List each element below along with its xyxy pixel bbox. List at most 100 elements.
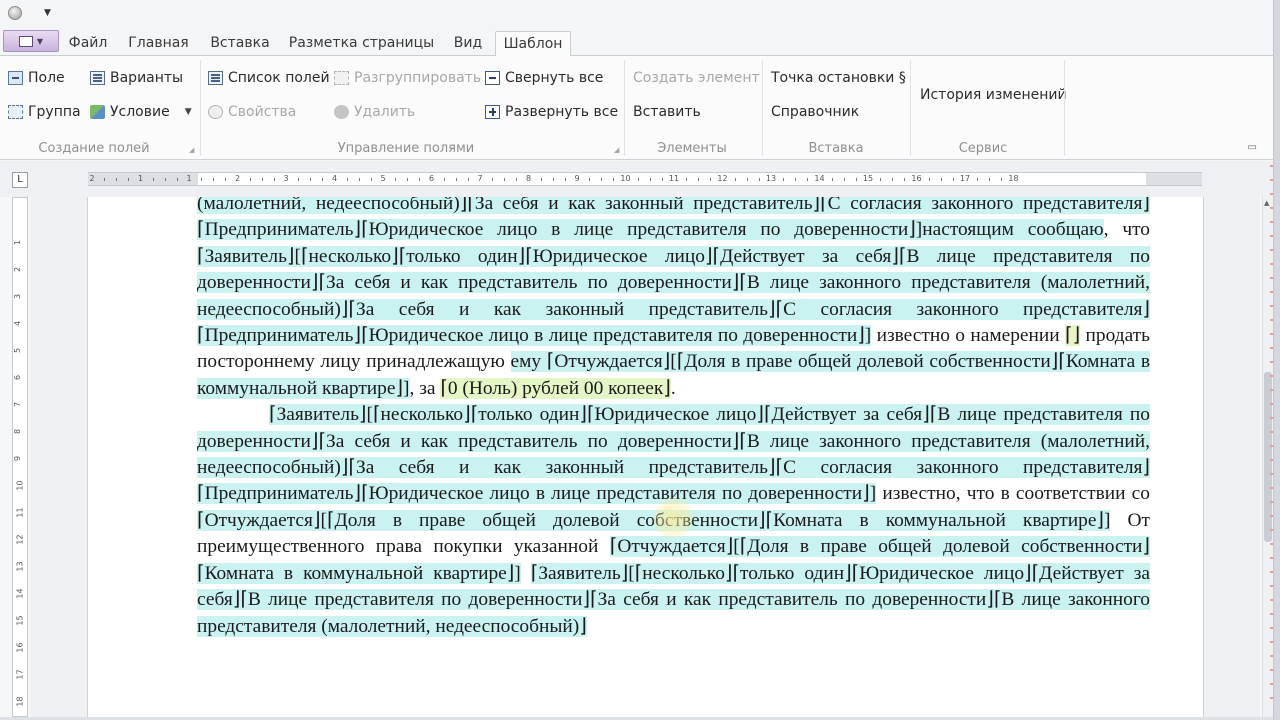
- field-icon: [8, 71, 23, 85]
- dialog-launcher-icon[interactable]: ◢: [189, 146, 194, 154]
- ruler-bar: L 2 1 1 2 3 4 5 6 7 8 9 10 11 12 13 14 15 16 17 18: [0, 161, 1273, 197]
- group-label-elements: Элементы: [657, 141, 727, 156]
- tab-stop-selector[interactable]: L: [12, 172, 28, 188]
- properties-button[interactable]: Свойства: [208, 102, 296, 122]
- document-icon: [18, 35, 33, 47]
- field-button[interactable]: Поле: [8, 68, 65, 88]
- tab-home[interactable]: Главная: [120, 31, 197, 56]
- ruler-tick-mark: [855, 178, 857, 181]
- dialog-launcher-icon[interactable]: ◢: [614, 146, 619, 154]
- scroll-up-icon[interactable]: ▲: [1264, 199, 1269, 207]
- app-orb-icon[interactable]: [8, 6, 22, 20]
- expand-all-button[interactable]: Развернуть все: [485, 102, 618, 122]
- paragraph-notification[interactable]: (малолетний, недееспособный)⌋⌈За себя и …: [197, 197, 1150, 402]
- ribbon-panel: Поле Группа Варианты Условие ▼ Создание …: [0, 56, 1273, 160]
- ribbon-tabs: ▼ Файл Главная Вставка Разметка страницы…: [0, 26, 1273, 57]
- template-field[interactable]: ⌈0 (Ноль) рублей 00 копеек⌋: [440, 377, 671, 399]
- template-field[interactable]: ⌈⌋: [1065, 325, 1081, 347]
- ruler-tick-mark: [370, 178, 372, 181]
- create-element-button[interactable]: Создать элемент: [633, 68, 760, 88]
- ungroup-button[interactable]: Разгруппировать: [334, 68, 481, 88]
- ruler-tick-mark: [843, 178, 845, 181]
- ruler-tick-mark: [746, 178, 748, 181]
- ruler-tick-mark: [358, 178, 360, 181]
- ruler-tick-label: 7: [477, 174, 483, 183]
- group-button-label: Группа: [28, 104, 81, 120]
- customize-qat-icon[interactable]: ▼: [44, 8, 51, 18]
- field-list-button[interactable]: Список полей: [208, 68, 330, 88]
- group-label-create-fields: Создание полей: [38, 141, 150, 156]
- ruler-tick-label: 1: [186, 174, 192, 183]
- ruler-tick-label: 3: [283, 174, 289, 183]
- ruler-tick-mark: [795, 178, 797, 181]
- vertical-ruler-tick-label: 4: [13, 320, 23, 327]
- application-menu-button[interactable]: ▼: [3, 30, 59, 52]
- ruler-tick-mark: [564, 178, 566, 181]
- group-icon: [8, 105, 23, 119]
- breakpoint-button[interactable]: Точка остановки §: [771, 68, 906, 88]
- collapse-all-button[interactable]: Свернуть все: [485, 68, 603, 88]
- vertical-ruler[interactable]: 1 2 3 4 5 6 7 8 9 10 11 12 13 14 15 16 17 18: [12, 197, 28, 717]
- insert-element-button[interactable]: Вставить: [633, 102, 701, 122]
- ruler-tick-mark: [807, 178, 809, 181]
- vertical-ruler-tick-label: 2: [13, 266, 23, 273]
- ruler-tick-label: 12: [717, 174, 728, 183]
- minimize-ribbon-icon[interactable]: ▭: [1248, 142, 1257, 153]
- ruler-tick-mark: [710, 178, 712, 181]
- ruler-tick-label: 4: [331, 174, 338, 183]
- ruler-tick-mark: [116, 178, 118, 181]
- ruler-right-margin: [1146, 173, 1202, 185]
- ruler-tick-mark: [249, 178, 251, 181]
- ruler-tick-mark: [989, 178, 991, 181]
- ruler-tick-mark: [880, 178, 882, 181]
- ruler-tick-mark: [952, 178, 954, 181]
- document-page[interactable]: (малолетний, недееспособный)⌋⌈За себя и …: [87, 197, 1204, 717]
- variants-button[interactable]: Варианты: [90, 68, 183, 88]
- vertical-ruler-tick-label: 15: [15, 615, 25, 626]
- static-text: [521, 563, 531, 584]
- ruler-tick-mark: [613, 178, 615, 181]
- ruler-tick-mark: [298, 178, 300, 181]
- ruler-tick-mark: [395, 178, 397, 181]
- tab-page-layout[interactable]: Разметка страницы: [283, 31, 440, 56]
- vertical-ruler-tick-label: 10: [15, 480, 25, 491]
- ruler-tick-label: 13: [765, 174, 777, 183]
- ruler-tick-mark: [698, 178, 700, 181]
- tab-view[interactable]: Вид: [446, 31, 490, 56]
- template-field[interactable]: (малолетний, недееспособный)⌋⌈За себя и …: [197, 197, 1150, 241]
- reference-button[interactable]: Справочник: [771, 102, 859, 122]
- ruler-tick-label: 18: [1008, 174, 1019, 183]
- chevron-down-icon: ▼: [184, 107, 192, 117]
- vertical-ruler-tick-label: 13: [15, 561, 25, 572]
- tab-template[interactable]: Шаблон: [495, 31, 571, 57]
- ruler-tick-label: 15: [862, 174, 874, 183]
- ruler-tick-mark: [346, 178, 348, 181]
- history-button[interactable]: История изменений: [920, 85, 1067, 105]
- ruler-tick-mark: [407, 178, 409, 181]
- ungroup-icon: [334, 71, 349, 85]
- ruler-tick-mark: [176, 178, 178, 181]
- vertical-ruler-tick-label: 7: [13, 401, 23, 408]
- ruler-tick-mark: [201, 178, 203, 181]
- vertical-ruler-tick-label: 14: [15, 588, 25, 599]
- ruler-tick-label: 2: [89, 174, 95, 183]
- ruler-tick-mark: [455, 178, 457, 181]
- document-text[interactable]: (малолетний, недееспособный)⌋⌈За себя и …: [197, 197, 1150, 640]
- vertical-ruler-tick-label: 1: [13, 239, 23, 246]
- ruler-tick-label: 14: [814, 174, 825, 183]
- static-text: , за: [409, 377, 441, 399]
- ruler-tick-mark: [164, 178, 166, 181]
- variants-button-label: Варианты: [110, 70, 184, 86]
- ruler-tick-label: 17: [959, 174, 971, 183]
- tab-file[interactable]: Файл: [62, 31, 114, 56]
- delete-icon: [334, 105, 349, 119]
- document-area[interactable]: (малолетний, недееспособный)⌋⌈За себя и …: [30, 197, 1260, 717]
- delete-button[interactable]: Удалить: [334, 102, 415, 122]
- group-button[interactable]: Группа: [8, 102, 81, 122]
- ruler-tick-label: 2: [234, 174, 241, 183]
- ungroup-label: Разгруппировать: [354, 70, 482, 86]
- tab-insert[interactable]: Вставка: [203, 31, 277, 56]
- ruler-tick-mark: [540, 178, 542, 181]
- horizontal-ruler[interactable]: 2 1 1 2 3 4 5 6 7 8 9 10 11 12 13 14 15 16 17 18: [88, 172, 1202, 186]
- condition-button[interactable]: Условие ▼: [90, 102, 192, 122]
